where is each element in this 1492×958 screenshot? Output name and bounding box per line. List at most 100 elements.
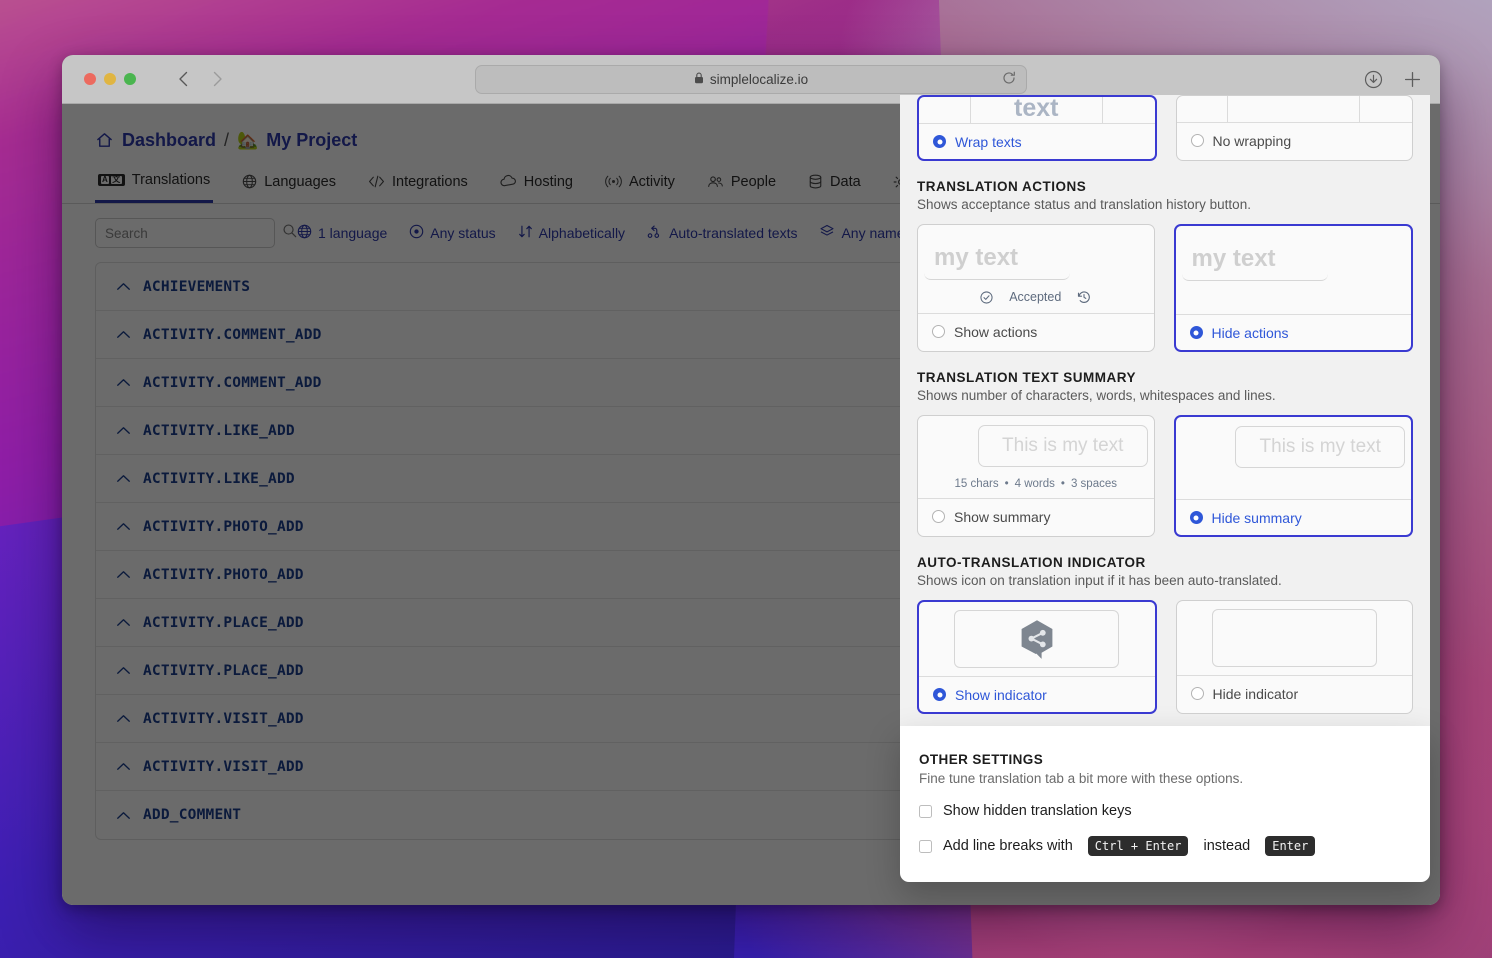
text-summary-options: This is my text 15 chars • 4 words • 3 s…: [917, 415, 1413, 537]
show-actions-radio[interactable]: [932, 325, 945, 338]
hide-actions-label: Hide actions: [1211, 324, 1289, 341]
back-chevron-icon[interactable]: [174, 70, 192, 88]
show-indicator-label: Show indicator: [955, 686, 1047, 703]
hide-summary-card[interactable]: This is my text Hide summary: [1173, 415, 1413, 537]
show-indicator-footer[interactable]: Show indicator: [919, 676, 1155, 712]
check-circle-icon: [980, 290, 993, 304]
translation-settings-panel: text Wrap texts No wrapping TRANSLATION …: [900, 95, 1430, 882]
summary-words: 4 words: [1014, 478, 1055, 490]
preview-summary-row: 15 chars • 4 words • 3 spaces: [918, 473, 1154, 495]
line-breaks-prefix: Add line breaks with: [943, 838, 1073, 854]
preview-col: [919, 97, 971, 123]
url-text: simplelocalize.io: [709, 71, 809, 87]
toolbar-right: [1364, 70, 1422, 89]
preview-col: [1228, 96, 1361, 122]
auto-translation-indicator-section: AUTO-TRANSLATION INDICATOR Shows icon on…: [917, 555, 1413, 714]
summary-sep: •: [1060, 478, 1065, 490]
preview-text: my text: [1191, 244, 1276, 272]
line-breaks-middle: instead: [1203, 838, 1251, 854]
preview-text: my text: [934, 243, 1019, 271]
text-wrapping-options: text Wrap texts No wrapping: [917, 95, 1413, 161]
wrap-texts-card[interactable]: text Wrap texts: [917, 95, 1157, 161]
summary-chars: 15 chars: [954, 478, 999, 490]
hide-summary-radio[interactable]: [1189, 511, 1203, 524]
wrap-texts-radio[interactable]: [933, 135, 946, 148]
hide-indicator-card[interactable]: Hide indicator: [1175, 600, 1413, 714]
wrap-texts-footer[interactable]: Wrap texts: [919, 123, 1155, 159]
preview-actions-row-empty: [1176, 287, 1412, 309]
preview-summary-row-empty: [1176, 474, 1412, 496]
preview-text: This is my text: [1259, 436, 1381, 457]
show-actions-card[interactable]: my text Accepted Show actions: [917, 224, 1155, 352]
preview-col: [1177, 96, 1229, 122]
auto-translate-hex-icon: [1017, 618, 1057, 660]
section-description: Shows number of characters, words, white…: [917, 388, 1276, 403]
reload-icon[interactable]: [1002, 71, 1016, 88]
hide-indicator-footer[interactable]: Hide indicator: [1176, 675, 1412, 711]
preview-input: [1211, 609, 1377, 667]
preview-grid: text: [919, 97, 1155, 123]
show-actions-footer[interactable]: Show actions: [918, 313, 1154, 349]
close-window-button[interactable]: [84, 73, 96, 85]
preview-text: This is my text: [1002, 435, 1124, 456]
show-hidden-keys-label: Show hidden translation keys: [943, 803, 1132, 819]
wrap-texts-label: Wrap texts: [955, 133, 1022, 150]
no-wrapping-footer[interactable]: No wrapping: [1176, 122, 1412, 158]
preview-actions-row: Accepted: [918, 286, 1154, 308]
indicator-options: Show indicator Hide indicator: [917, 600, 1413, 714]
show-summary-preview: This is my text 15 chars • 4 words • 3 s…: [918, 416, 1154, 498]
no-wrapping-preview: [1177, 96, 1413, 122]
line-breaks-checkbox[interactable]: [919, 839, 932, 853]
hide-indicator-label: Hide indicator: [1212, 685, 1299, 702]
maximize-window-button[interactable]: [124, 73, 136, 85]
preview-col: [1103, 97, 1155, 123]
show-indicator-card[interactable]: Show indicator: [917, 600, 1157, 714]
preview-input: This is my text: [977, 425, 1148, 467]
hide-indicator-radio[interactable]: [1190, 687, 1204, 700]
plus-icon[interactable]: [1403, 70, 1422, 89]
hide-summary-label: Hide summary: [1211, 509, 1302, 526]
show-summary-label: Show summary: [954, 508, 1051, 525]
no-wrapping-label: No wrapping: [1212, 132, 1292, 149]
preview-input: [954, 610, 1120, 668]
show-hidden-keys-row[interactable]: Show hidden translation keys: [919, 803, 1411, 819]
show-summary-radio[interactable]: [932, 510, 945, 523]
show-actions-label: Show actions: [954, 323, 1038, 340]
hide-actions-card[interactable]: my text Hide actions: [1173, 224, 1413, 352]
no-wrapping-radio[interactable]: [1190, 134, 1204, 147]
summary-spaces: 3 spaces: [1070, 478, 1117, 490]
no-wrapping-card[interactable]: No wrapping: [1175, 95, 1413, 161]
show-indicator-preview: [919, 602, 1155, 676]
summary-sep: •: [1004, 478, 1009, 490]
preview-col: [1360, 96, 1412, 122]
translation-actions-options: my text Accepted Show actions my text Hi…: [917, 224, 1413, 352]
preview-input: This is my text: [1235, 426, 1405, 468]
line-breaks-row[interactable]: Add line breaks with Ctrl + Enter instea…: [919, 836, 1411, 856]
hide-actions-footer[interactable]: Hide actions: [1175, 314, 1411, 350]
hide-summary-footer[interactable]: Hide summary: [1175, 499, 1411, 535]
download-icon[interactable]: [1364, 70, 1383, 89]
minimize-window-button[interactable]: [104, 73, 116, 85]
show-summary-footer[interactable]: Show summary: [918, 498, 1154, 534]
other-settings-section: OTHER SETTINGS Fine tune translation tab…: [900, 726, 1430, 882]
hide-indicator-preview: [1177, 601, 1413, 675]
section-title: AUTO-TRANSLATION INDICATOR: [917, 555, 1146, 570]
preview-text: text: [1014, 97, 1059, 122]
kbd-ctrl-enter: Ctrl + Enter: [1087, 836, 1189, 856]
hide-actions-preview: my text: [1176, 226, 1412, 314]
kbd-enter: Enter: [1265, 836, 1316, 856]
hide-actions-radio[interactable]: [1189, 326, 1203, 339]
forward-chevron-icon[interactable]: [208, 70, 226, 88]
show-summary-card[interactable]: This is my text 15 chars • 4 words • 3 s…: [917, 415, 1155, 537]
settings-scroll-area: text Wrap texts No wrapping TRANSLATION …: [900, 95, 1430, 726]
section-title: TRANSLATION ACTIONS: [917, 179, 1087, 194]
section-description: Shows acceptance status and translation …: [917, 197, 1251, 212]
show-indicator-radio[interactable]: [933, 688, 946, 701]
show-hidden-keys-checkbox[interactable]: [919, 804, 932, 818]
wrap-texts-preview: text: [919, 97, 1155, 123]
translation-text-summary-section: TRANSLATION TEXT SUMMARY Shows number of…: [917, 370, 1413, 537]
section-title: OTHER SETTINGS: [919, 752, 1044, 767]
history-icon[interactable]: [1077, 290, 1091, 304]
address-bar[interactable]: simplelocalize.io: [475, 64, 1027, 94]
section-description: Fine tune translation tab a bit more wit…: [919, 771, 1244, 786]
